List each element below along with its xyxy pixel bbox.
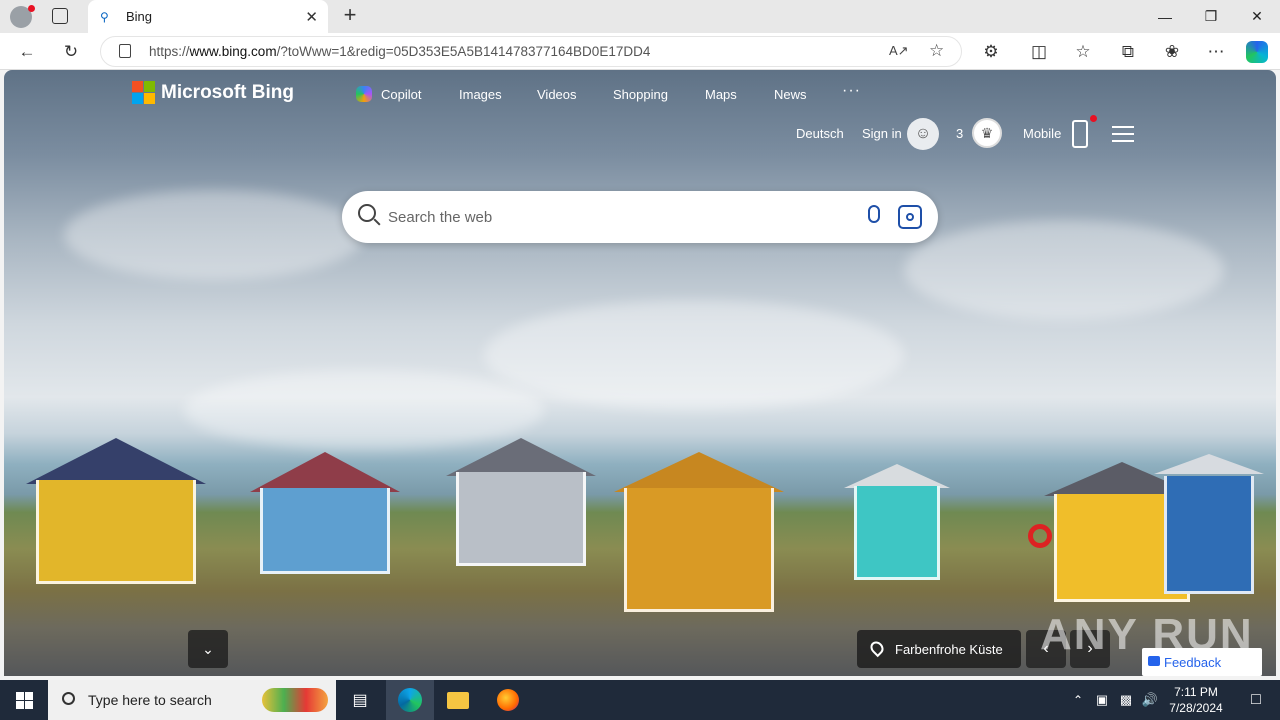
mobile-notification-dot [1090,115,1097,122]
performance-icon[interactable]: ❀ [1157,37,1187,67]
feedback-button[interactable]: Feedback [1142,648,1262,676]
new-tab-button[interactable]: + [338,4,362,28]
windows-logo-icon [15,691,33,709]
file-explorer-icon[interactable] [434,680,482,720]
tab-actions-icon[interactable] [52,8,68,24]
lock-icon[interactable] [119,44,131,58]
rewards-count[interactable]: 3 [956,126,963,141]
taskbar-search-box[interactable]: Type here to search [48,680,336,720]
feedback-icon [1148,656,1160,666]
favorites-icon[interactable]: ☆ [1068,37,1098,67]
edge-taskbar-icon[interactable] [386,680,434,720]
nav-videos[interactable]: Videos [537,87,577,102]
minimize-button[interactable]: — [1142,0,1188,33]
nav-copilot[interactable]: Copilot [381,87,421,102]
tab-title: Bing [126,9,153,24]
search-highlight-image [262,688,328,712]
bing-logo[interactable]: Microsoft Bing [132,81,294,104]
split-screen-icon[interactable]: ◫ [1024,37,1054,67]
extensions-icon[interactable]: ⚙ [976,37,1006,67]
favorite-star-icon[interactable]: ☆ [929,41,944,61]
search-icon: ⚲ [100,9,109,24]
tab-bing[interactable]: ⚲ Bing ✕ [88,0,328,33]
system-clock[interactable]: 7:11 PM 7/28/2024 [1160,684,1232,716]
address-bar-row: ← ↻ https://www.bing.com/?toWww=1&redig=… [0,33,1280,70]
read-aloud-icon[interactable]: A↗ [889,43,909,59]
feedback-label: Feedback [1164,654,1222,670]
turquoise-beach-hut [844,464,950,580]
url-domain: www.bing.com [189,44,277,59]
start-button[interactable] [0,680,48,720]
back-button[interactable]: ← [12,37,42,67]
browser-title-bar: ⚲ Bing ✕ + — ❐ ✕ [0,0,1280,33]
nav-news[interactable]: News [774,87,807,102]
firefox-icon[interactable] [484,680,532,720]
cloud [904,220,1224,320]
cloud [484,300,904,410]
light-blue-beach-hut [250,452,400,574]
microsoft-logo-icon [132,81,155,104]
rewards-trophy-icon[interactable]: ♛ [972,118,1002,148]
mobile-phone-icon[interactable] [1072,120,1088,148]
mobile-link[interactable]: Mobile [1023,126,1061,141]
yellow-beach-hut [26,438,206,584]
lifebuoy [1028,524,1052,548]
network-icon[interactable]: ▩ [1114,680,1138,720]
hamburger-menu-icon[interactable] [1112,126,1134,142]
visual-search-lens [906,213,914,221]
orange-beach-hut [614,452,784,612]
image-location-button[interactable]: Farbenfrohe Küste [857,630,1021,668]
location-pin-icon [867,638,887,658]
notification-center-icon[interactable]: □ [1232,680,1280,720]
profile-notification-dot [28,5,35,12]
copilot-sidebar-icon[interactable] [1246,41,1268,63]
clock-date: 7/28/2024 [1169,701,1223,715]
nav-maps[interactable]: Maps [705,87,737,102]
restore-button[interactable]: ❐ [1188,0,1234,33]
chevron-down-icon: ⌄ [202,640,214,657]
search-input[interactable] [388,206,828,228]
search-icon-handle [373,218,381,226]
windows-taskbar: Type here to search ▤ ⌃ ▣ ▩ 🔊 7:11 PM 7/… [0,680,1280,720]
close-tab-icon[interactable]: ✕ [305,8,318,26]
nav-images[interactable]: Images [459,87,502,102]
clock-time: 7:11 PM [1174,685,1218,699]
avatar-icon[interactable]: ☺ [907,118,939,150]
sign-in-link[interactable]: Sign in [862,126,902,141]
more-options-icon[interactable]: ⋯ [1201,37,1231,67]
close-window-button[interactable]: ✕ [1234,0,1280,33]
device-icon[interactable]: ▣ [1090,680,1114,720]
task-view-icon[interactable]: ▤ [336,680,384,720]
language-link[interactable]: Deutsch [796,126,844,141]
url-rest: /?toWww=1&redig=05D353E5A5B141478377164B… [276,44,651,59]
brand-name: Microsoft Bing [161,81,294,103]
collections-icon[interactable]: ⧉ [1113,37,1143,67]
volume-icon[interactable]: 🔊 [1138,680,1162,720]
image-location-label: Farbenfrohe Küste [895,641,1003,657]
taskbar-search-placeholder: Type here to search [88,692,212,708]
blue-beach-hut [1154,454,1264,594]
nav-more[interactable]: ··· [842,82,861,100]
nav-shopping[interactable]: Shopping [613,87,668,102]
search-icon [62,692,75,705]
copilot-icon [356,86,372,102]
search-box [342,191,938,243]
url-prefix: https:// [149,44,190,59]
refresh-button[interactable]: ↻ [56,37,86,67]
grey-beach-hut [446,438,596,566]
address-bar[interactable]: https://www.bing.com/?toWww=1&redig=05D3… [100,36,962,67]
bing-homepage: Microsoft Bing Copilot Images Videos Sho… [4,70,1276,676]
scroll-down-button[interactable]: ⌄ [188,630,228,668]
cloud [64,190,364,280]
microphone-icon[interactable] [868,205,880,223]
show-hidden-icons-chevron[interactable]: ⌃ [1066,680,1090,720]
